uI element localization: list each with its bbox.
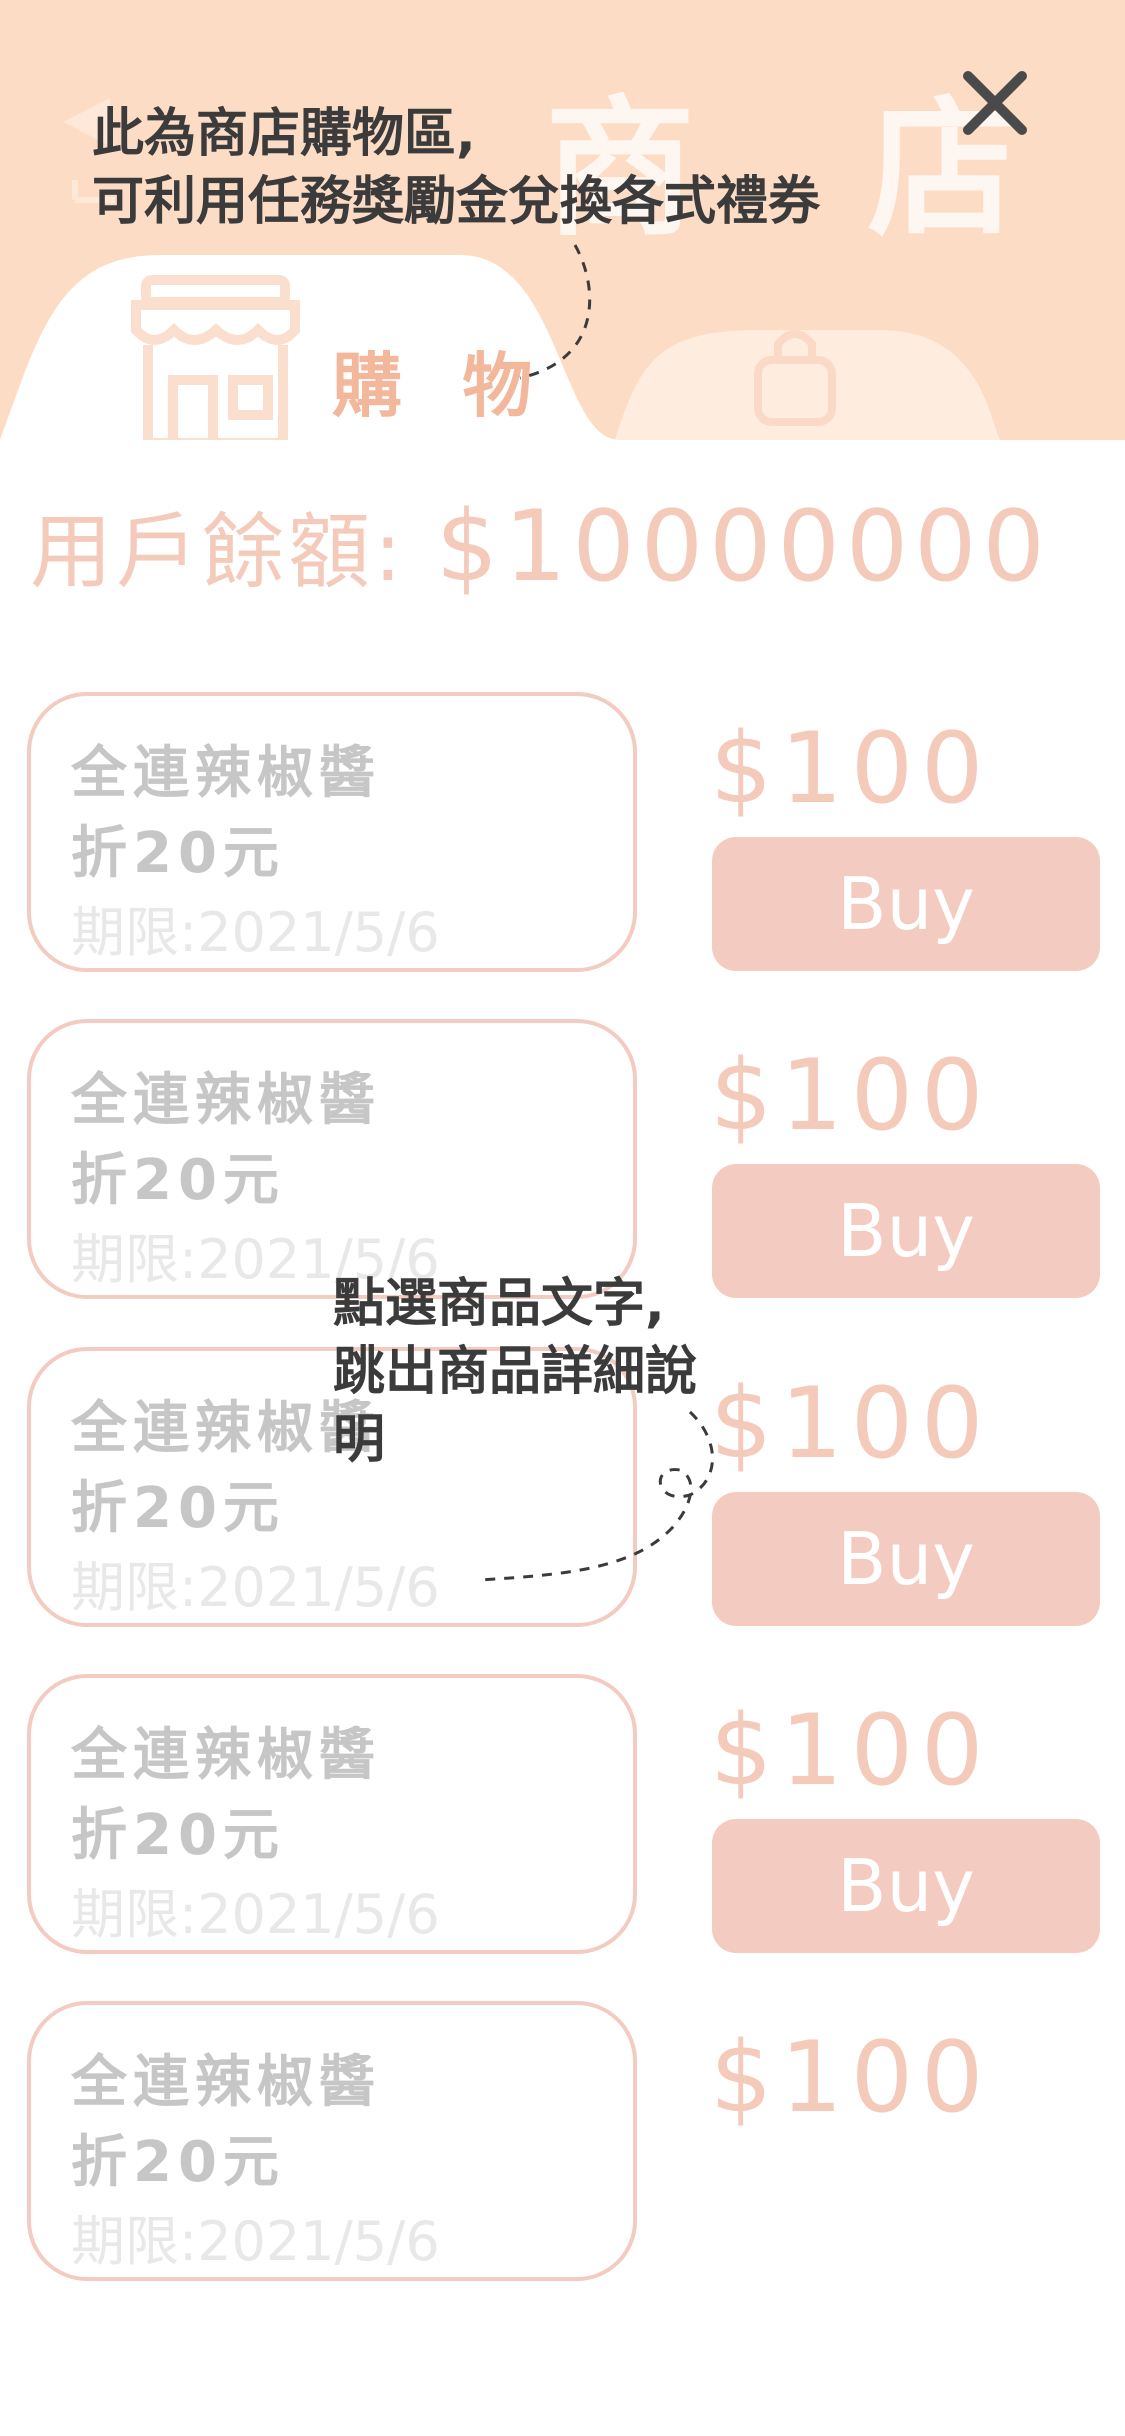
user-balance: 用戶餘額: $10000000 (30, 485, 1051, 604)
buy-button[interactable]: Buy (712, 1164, 1100, 1298)
coupon-card[interactable]: 全連辣椒醬 折20元 期限:2021/5/6 (27, 1019, 637, 1299)
coupon-price: $100 (710, 1039, 992, 1153)
bag-icon[interactable] (750, 320, 840, 430)
shop-area-tip: 此為商店購物區, 可利用任務獎勵金兌換各式禮券 (92, 100, 820, 236)
coupon-expiry: 期限:2021/5/6 (71, 2210, 440, 2273)
shop-tip-line1: 此為商店購物區, (92, 104, 476, 164)
coupon-discount: 折20元 (71, 1148, 285, 1213)
item-detail-tip: 點選商品文字, 跳出商品詳細說 明 (333, 1270, 697, 1474)
coupon-price: $100 (710, 1367, 992, 1481)
coupon-expiry: 期限:2021/5/6 (71, 901, 440, 964)
coupon-card[interactable]: 全連辣椒醬 折20元 期限:2021/5/6 (27, 692, 637, 972)
coupon-expiry: 期限:2021/5/6 (71, 1556, 440, 1619)
coupon-price: $100 (710, 712, 992, 826)
buy-button[interactable]: Buy (712, 1492, 1100, 1626)
coupon-card[interactable]: 全連辣椒醬 折20元 期限:2021/5/6 (27, 1674, 637, 1954)
buy-button[interactable]: Buy (712, 1819, 1100, 1953)
coupon-name[interactable]: 全連辣椒醬 (71, 728, 381, 809)
coupon-name[interactable]: 全連辣椒醬 (71, 1710, 381, 1791)
coupon-card[interactable]: 全連辣椒醬 折20元 期限:2021/5/6 (27, 2001, 637, 2281)
coupon-price: $100 (710, 2021, 992, 2135)
item-tip-line2: 跳出商品詳細說 (333, 1342, 698, 1402)
coupon-discount: 折20元 (71, 2130, 285, 2195)
coupon-discount: 折20元 (71, 821, 285, 886)
coupon-expiry: 期限:2021/5/6 (71, 1883, 440, 1946)
coupon-discount: 折20元 (71, 1803, 285, 1868)
shop-tip-line2: 可利用任務獎勵金兌換各式禮券 (92, 172, 821, 232)
item-tip-line3: 明 (333, 1410, 386, 1470)
balance-amount: $10000000 (435, 490, 1051, 604)
coupon-discount: 折20元 (71, 1476, 285, 1541)
item-tip-line1: 點選商品文字, (333, 1274, 665, 1334)
buy-button[interactable]: Buy (712, 837, 1100, 971)
tab-shop[interactable]: 購 物 (332, 330, 550, 431)
coupon-name[interactable]: 全連辣椒醬 (71, 1055, 381, 1136)
coupon-name[interactable]: 全連辣椒醬 (71, 2037, 381, 2118)
coupon-price: $100 (710, 1694, 992, 1808)
shop-icon[interactable] (128, 275, 303, 440)
balance-label: 用戶餘額: (30, 505, 406, 600)
close-icon[interactable] (960, 68, 1030, 138)
